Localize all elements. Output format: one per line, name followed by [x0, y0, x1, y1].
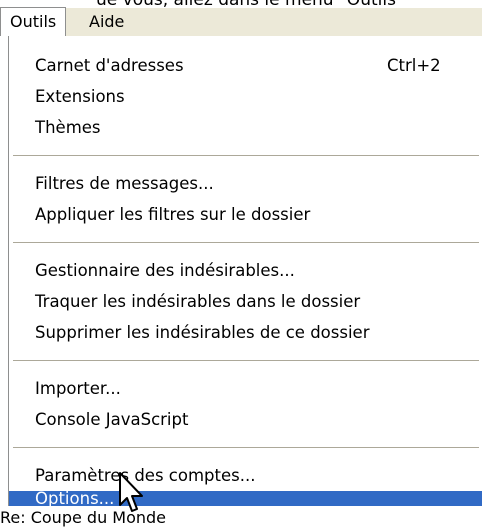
- menu-item-extensions[interactable]: Extensions: [9, 81, 482, 113]
- outils-dropdown-menu: Carnet d'adresses Ctrl+2 Extensions Thèm…: [8, 36, 482, 508]
- menu-separator: [13, 447, 479, 448]
- menu-separator: [13, 242, 479, 243]
- menu-item-label: Extensions: [35, 87, 125, 106]
- menu-item-label: Filtres de messages...: [35, 174, 214, 193]
- menu-item-gestionnaire-indesirables[interactable]: Gestionnaire des indésirables...: [9, 255, 482, 287]
- menu-item-appliquer-filtres[interactable]: Appliquer les filtres sur le dossier: [9, 199, 482, 231]
- menu-outils[interactable]: Outils: [0, 7, 67, 36]
- menu-separator: [13, 155, 479, 156]
- menu-item-filtres-messages[interactable]: Filtres de messages...: [9, 168, 482, 200]
- menu-item-label: Thèmes: [35, 118, 101, 137]
- menu-item-traquer-indesirables[interactable]: Traquer les indésirables dans le dossier: [9, 286, 482, 318]
- menu-item-supprimer-indesirables[interactable]: Supprimer les indésirables de ce dossier: [9, 317, 482, 349]
- menu-item-shortcut: Ctrl+2: [387, 56, 441, 75]
- menu-item-label: Carnet d'adresses: [35, 56, 184, 75]
- menu-item-label: Traquer les indésirables dans le dossier: [35, 292, 361, 311]
- menu-item-console-javascript[interactable]: Console JavaScript: [9, 404, 482, 436]
- menu-separator: [13, 360, 479, 361]
- menu-item-options[interactable]: Options...: [9, 489, 482, 508]
- menu-item-importer[interactable]: Importer...: [9, 373, 482, 405]
- menu-item-label: Supprimer les indésirables de ce dossier: [35, 323, 370, 342]
- menu-aide[interactable]: Aide: [80, 8, 133, 36]
- menu-item-label: Importer...: [35, 379, 121, 398]
- menu-item-carnet-adresses[interactable]: Carnet d'adresses Ctrl+2: [9, 50, 482, 82]
- menu-item-label: Appliquer les filtres sur le dossier: [35, 205, 311, 224]
- menu-item-label: Gestionnaire des indésirables...: [35, 261, 295, 280]
- mouse-pointer-icon: [119, 472, 143, 512]
- menu-item-themes[interactable]: Thèmes: [9, 112, 482, 144]
- menu-bar: Outils Aide: [0, 7, 482, 36]
- menu-item-label: Console JavaScript: [35, 410, 189, 429]
